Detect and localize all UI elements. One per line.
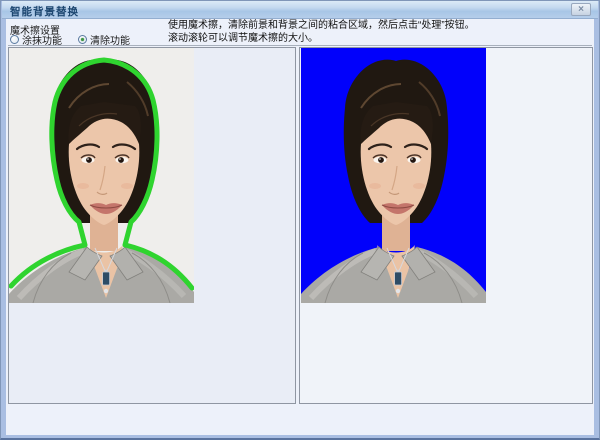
photo-with-selection-outline[interactable] xyxy=(9,48,194,303)
radio-smear-function[interactable]: 涂抹功能 xyxy=(10,33,62,45)
close-icon[interactable]: × xyxy=(571,3,591,16)
photo-with-replaced-background[interactable] xyxy=(301,48,486,303)
original-photo-panel[interactable] xyxy=(8,47,296,404)
smart-background-replace-dialog: 智能背景替换 × 魔术擦设置 涂抹功能 清除功能 使用魔术擦，清除前景和背景之间… xyxy=(0,0,600,440)
result-photo-panel[interactable] xyxy=(299,47,593,404)
radio-erase-function[interactable]: 清除功能 xyxy=(78,33,130,45)
portrait-original xyxy=(9,48,194,303)
portrait-result xyxy=(301,48,486,303)
radio-icon xyxy=(78,35,87,44)
bottom-bar: 撤 销 恢 复 重 载 处 理 背景颜色... 背景图片... 确 定 取 消 xyxy=(1,404,599,440)
instruction-line-1: 使用魔术擦，清除前景和背景之间的粘合区域，然后点击“处理”按钮。 xyxy=(168,20,478,33)
horizontal-separator xyxy=(8,45,592,46)
dialog-title: 智能背景替换 xyxy=(10,4,79,19)
instruction-line-2: 滚动滚轮可以调节魔术擦的大小。 xyxy=(168,33,478,46)
radio-icon xyxy=(10,35,19,44)
instruction-text: 使用魔术擦，清除前景和背景之间的粘合区域，然后点击“处理”按钮。 滚动滚轮可以调… xyxy=(168,20,478,45)
title-bar: 智能背景替换 × xyxy=(2,1,598,19)
